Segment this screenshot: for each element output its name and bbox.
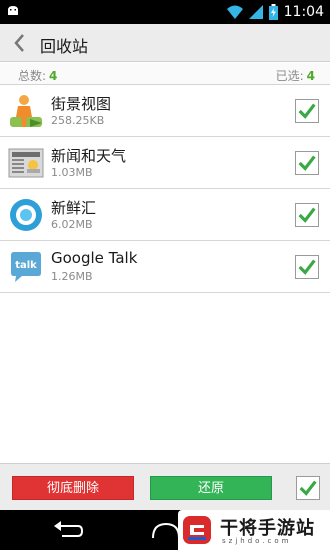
app-name: 街景视图: [51, 95, 112, 113]
watermark-subtext: szjhdo.com: [222, 537, 292, 545]
status-time: 11:04: [283, 4, 324, 20]
recycle-bin-list: 街景视图 258.25KB 新闻和天气 1.03MB 新鲜汇 6.02MB ta…: [0, 85, 330, 293]
checkbox-checked[interactable]: [295, 255, 319, 279]
battery-icon: [268, 4, 278, 20]
selected-value: 4: [306, 69, 315, 83]
app-name: Google Talk: [51, 249, 138, 267]
back-arrow-icon[interactable]: [10, 32, 30, 54]
action-bar: 彻底删除 还原: [0, 463, 330, 510]
app-name: 新闻和天气: [51, 147, 127, 165]
news-weather-icon: [8, 148, 44, 178]
delete-permanently-button[interactable]: 彻底删除: [12, 476, 134, 500]
svg-text:talk: talk: [15, 260, 37, 271]
app-size: 1.03MB: [51, 166, 93, 179]
watermark-logo-icon: [183, 516, 211, 544]
page-title: 回收站: [40, 37, 89, 56]
list-item[interactable]: 街景视图 258.25KB: [0, 85, 330, 137]
list-item[interactable]: 新鲜汇 6.02MB: [0, 189, 330, 241]
google-talk-icon: talk: [11, 252, 41, 282]
signal-icon: [248, 5, 263, 19]
title-bar: 回收站: [0, 24, 330, 62]
selected-label: 已选:: [275, 69, 304, 83]
selected-count: 已选: 4: [276, 67, 315, 84]
checkbox-checked[interactable]: [295, 151, 319, 175]
app-size: 1.26MB: [51, 270, 93, 283]
checkbox-checked[interactable]: [295, 203, 319, 227]
nav-back-icon[interactable]: [52, 520, 84, 540]
checkbox-checked[interactable]: [295, 99, 319, 123]
street-view-icon: [10, 95, 42, 127]
list-item[interactable]: talk Google Talk 1.26MB: [0, 241, 330, 293]
app-name: 新鲜汇: [51, 199, 97, 217]
total-label: 总数:: [18, 69, 47, 83]
summary-bar: 总数: 4 已选: 4: [0, 63, 330, 85]
list-item[interactable]: 新闻和天气 1.03MB: [0, 137, 330, 189]
currents-icon: [10, 199, 42, 231]
android-debug-icon: [8, 6, 18, 15]
total-value: 4: [49, 69, 58, 83]
status-bar: 11:04: [0, 0, 330, 24]
watermark: 干将手游站 szjhdo.com: [178, 510, 330, 550]
app-size: 258.25KB: [51, 114, 105, 127]
total-count: 总数: 4: [18, 67, 57, 84]
wifi-icon: [226, 5, 243, 19]
select-all-checkbox[interactable]: [296, 476, 320, 500]
restore-button[interactable]: 还原: [150, 476, 272, 500]
app-size: 6.02MB: [51, 218, 93, 231]
